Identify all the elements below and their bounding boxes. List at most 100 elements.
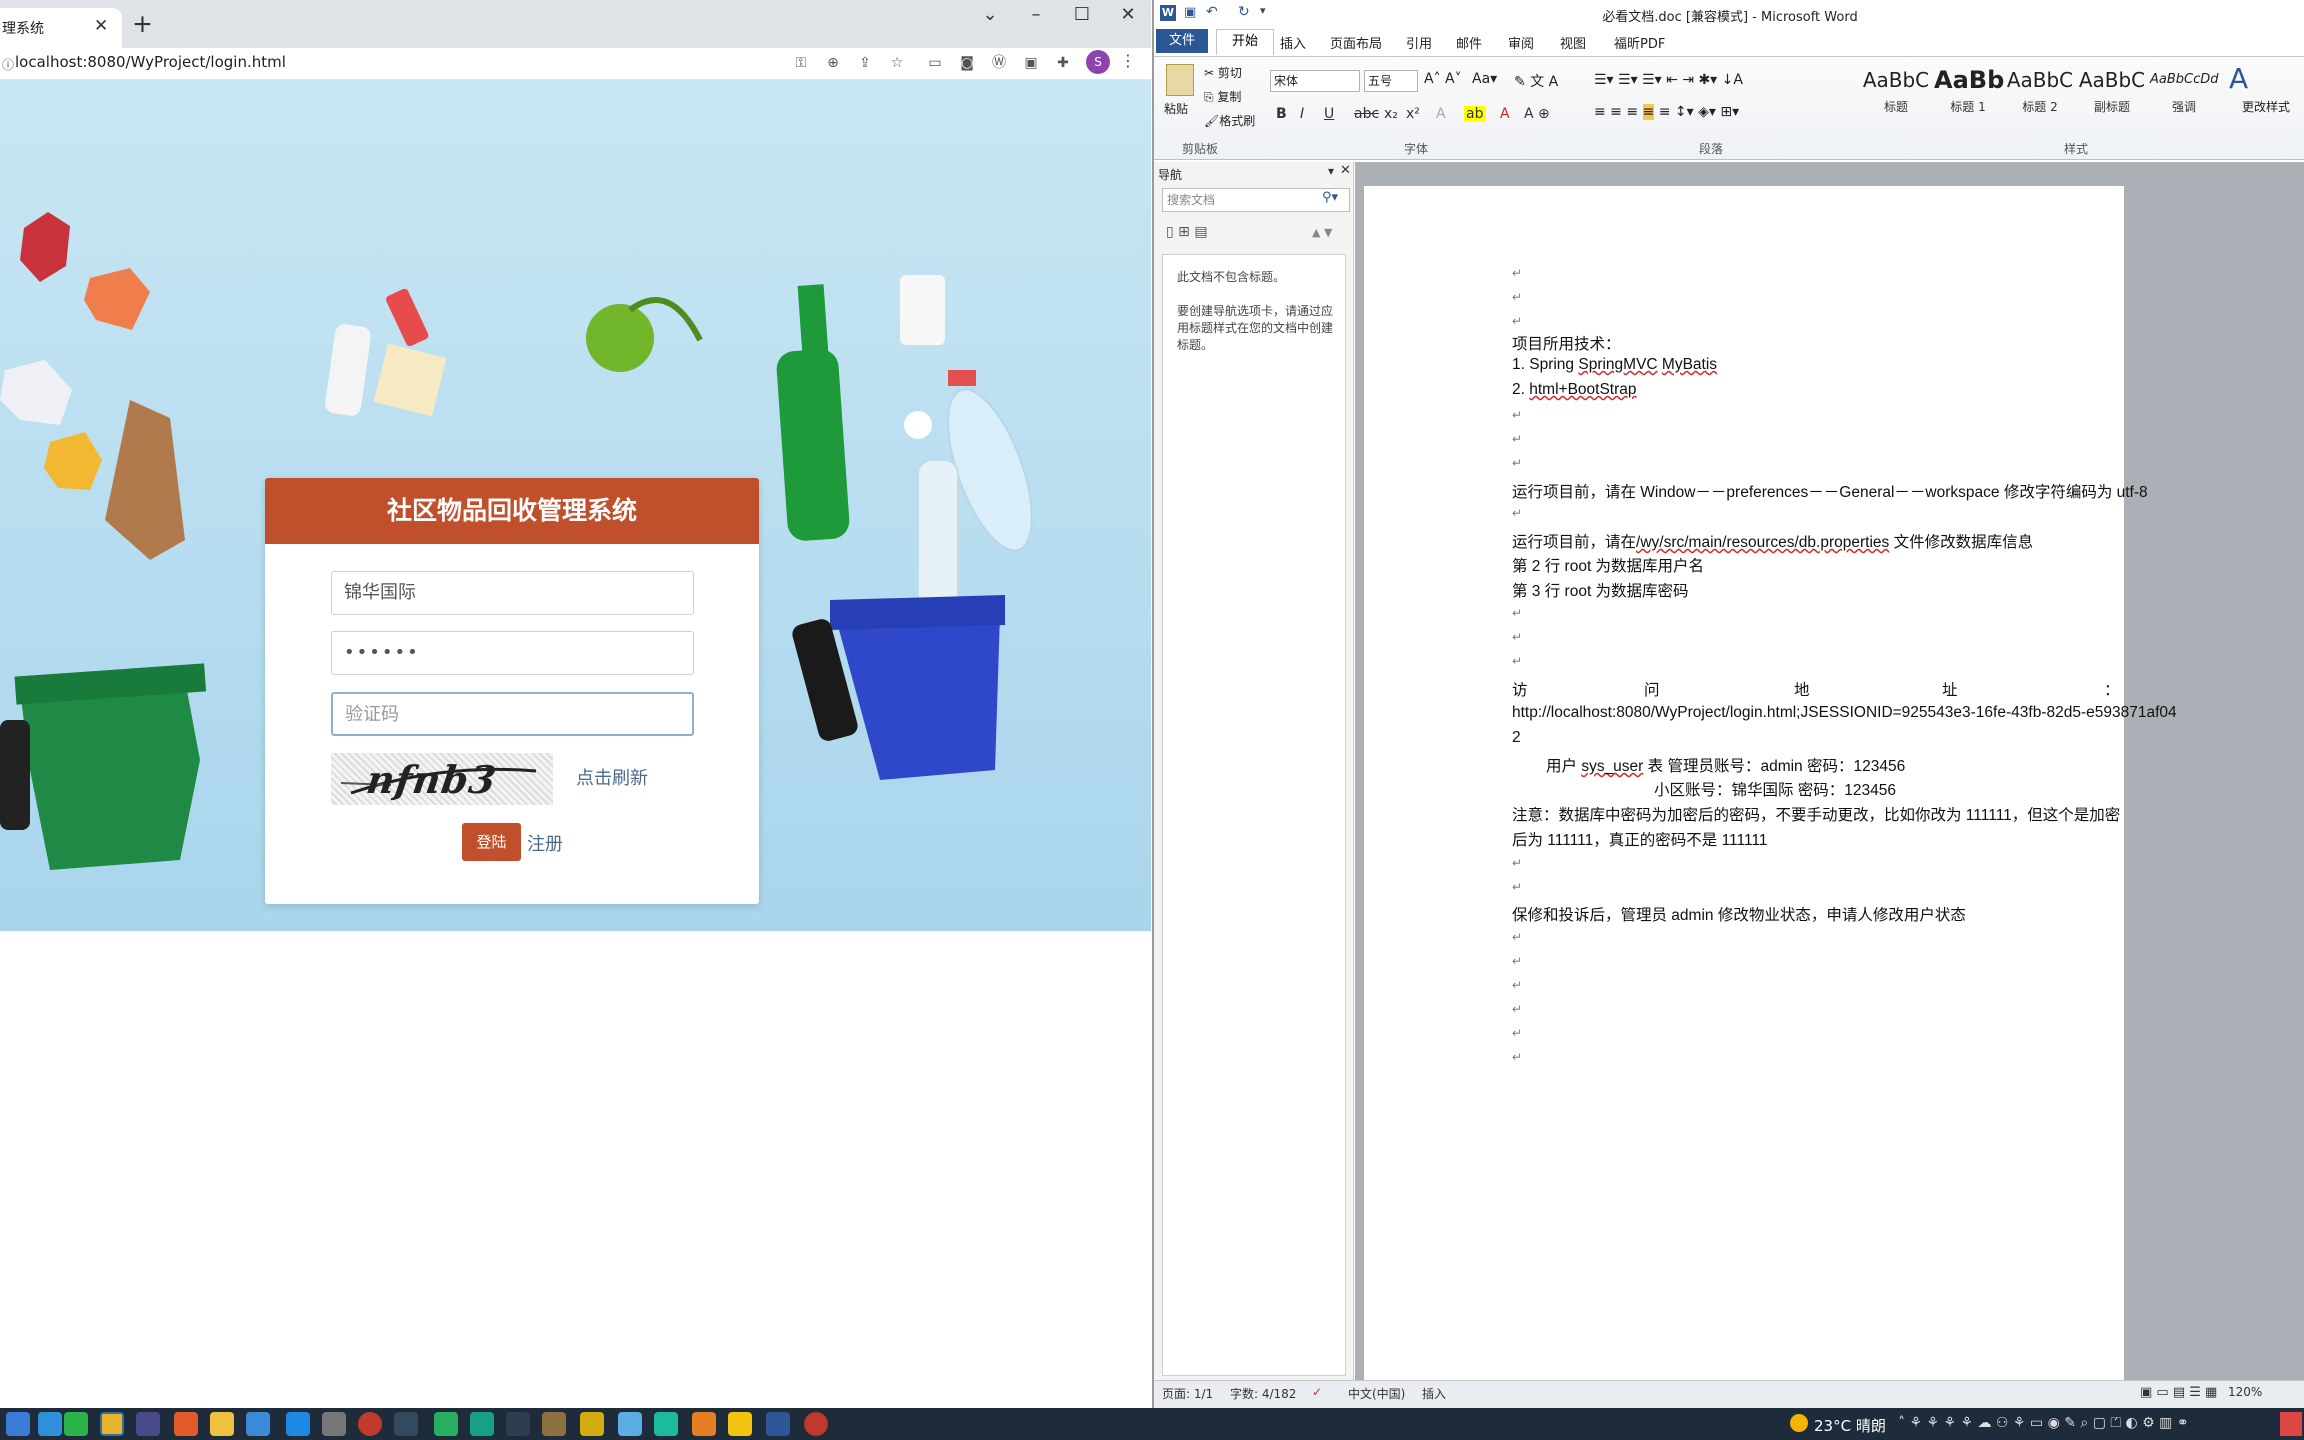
paste-icon[interactable]	[1166, 64, 1194, 96]
word-taskbar-icon[interactable]	[766, 1412, 790, 1436]
bookmark-star-icon[interactable]: ☆	[886, 52, 908, 74]
cast-icon[interactable]: ▭	[924, 52, 946, 74]
status-page[interactable]: 页面: 1/1	[1162, 1385, 1213, 1402]
taskbar-app-icon[interactable]	[394, 1412, 418, 1436]
close-window-icon[interactable]: ✕	[1110, 2, 1146, 28]
nav-prev-next-icon[interactable]: ▲ ▼	[1312, 226, 1332, 239]
tab-mailings[interactable]: 邮件	[1456, 33, 1482, 52]
change-styles-icon[interactable]: A	[2229, 62, 2248, 95]
tab-foxit-pdf[interactable]: 福昕PDF	[1614, 33, 1665, 52]
notification-icon[interactable]	[2280, 1412, 2302, 1436]
char-shading-icon[interactable]: A ⊕	[1524, 106, 1550, 122]
taskbar-app-icon[interactable]	[804, 1412, 828, 1436]
taskbar-app-icon[interactable]	[470, 1412, 494, 1436]
captcha-input[interactable]: 验证码	[331, 692, 694, 736]
underline-icon[interactable]: U	[1324, 106, 1334, 122]
nav-view-buttons[interactable]: ▯ ⊞ ▤	[1166, 224, 1208, 240]
taskbar-app-icon[interactable]	[728, 1412, 752, 1436]
nav-pane-dropdown-icon[interactable]: ▾	[1328, 164, 1334, 178]
intellij-icon[interactable]	[136, 1412, 160, 1436]
edge-icon[interactable]	[654, 1412, 678, 1436]
taskbar-app-icon[interactable]	[246, 1412, 270, 1436]
align-icons[interactable]: ≡ ≡ ≡ ≡ ≡ ↕▾ ◈▾ ⊞▾	[1594, 104, 1739, 120]
taskbar-app-icon[interactable]	[618, 1412, 642, 1436]
format-painter-button[interactable]: 🖌格式刷	[1204, 112, 1255, 129]
change-case-icon[interactable]: Aa▾	[1472, 71, 1497, 87]
grow-font-icon[interactable]: A˄ A˅	[1424, 71, 1462, 87]
nav-pane-close-icon[interactable]: ✕	[1340, 163, 1351, 178]
tab-view[interactable]: 视图	[1560, 33, 1586, 52]
tab-file[interactable]: 文件	[1156, 29, 1208, 53]
password-input[interactable]: ••••••	[331, 631, 694, 675]
status-insert-mode[interactable]: 插入	[1422, 1385, 1446, 1402]
style-heading1[interactable]: AaBb 标题 1	[1934, 62, 2004, 120]
tab-insert[interactable]: 插入	[1280, 33, 1306, 52]
document-page[interactable]: ↵ ↵ ↵ 项目所用技术： 1. Spring SpringMVC MyBati…	[1364, 186, 2177, 1386]
font-name-select[interactable]: 宋体	[1270, 70, 1360, 92]
image-icon[interactable]: ▣	[1020, 52, 1042, 74]
style-subtitle[interactable]: AaBbC 副标题	[2078, 62, 2146, 120]
status-language[interactable]: 中文(中国)	[1348, 1385, 1405, 1402]
cut-button[interactable]: ✂ 剪切	[1204, 64, 1242, 81]
username-input[interactable]: 锦华国际	[331, 571, 694, 615]
register-link[interactable]: 注册	[527, 830, 563, 856]
taskbar-app-icon[interactable]	[322, 1412, 346, 1436]
view-mode-icons[interactable]: ▣ ▭ ▤ ☰ ▦	[2140, 1385, 2217, 1400]
tray-icons[interactable]: ˄ ⚘ ⚘ ⚘ ⚘ ☁ ⚇ ⚘ ▭ ◉ ✎ ⌕ ▢ ⏍ ◐ ⚙ ▥ ⚭	[1898, 1415, 2189, 1431]
tab-references[interactable]: 引用	[1406, 33, 1432, 52]
tab-close-icon[interactable]: ✕	[94, 16, 108, 36]
new-tab-icon[interactable]: +	[132, 9, 153, 38]
minimize-icon[interactable]: –	[1018, 2, 1054, 28]
text-effects-icon[interactable]: A	[1436, 106, 1446, 122]
clear-format-icon[interactable]: ✎ 文 A	[1514, 71, 1558, 91]
taskbar-app-icon[interactable]	[6, 1412, 30, 1436]
style-heading2[interactable]: AaBbC 标题 2	[2006, 62, 2074, 120]
bold-icon[interactable]: B	[1276, 106, 1287, 122]
style-emphasis[interactable]: AaBbCcDd 强调	[2150, 62, 2219, 120]
proofing-icon[interactable]: ✓	[1312, 1385, 1322, 1399]
tab-home[interactable]: 开始	[1216, 29, 1274, 55]
extension-w-icon[interactable]: Ⓦ	[988, 52, 1010, 74]
copy-button[interactable]: ⎘ 复制	[1204, 88, 1241, 105]
status-word-count[interactable]: 字数: 4/182	[1230, 1385, 1296, 1402]
font-size-select[interactable]: 五号	[1364, 70, 1418, 92]
key-icon[interactable]: ⚿	[790, 52, 812, 74]
chrome-icon[interactable]	[100, 1412, 124, 1436]
tab-search-chevron-icon[interactable]: ⌄	[972, 2, 1008, 28]
change-styles-button[interactable]: 更改样式	[2242, 98, 2290, 115]
share-icon[interactable]: ⇪	[854, 52, 876, 74]
record-icon[interactable]	[358, 1412, 382, 1436]
italic-icon[interactable]: I	[1300, 106, 1304, 122]
tab-page-layout[interactable]: 页面布局	[1330, 33, 1382, 52]
menu-kebab-icon[interactable]: ⋮	[1120, 51, 1136, 70]
font-color-icon[interactable]: A	[1500, 106, 1510, 122]
status-zoom[interactable]: 120%	[2228, 1385, 2262, 1399]
zoom-icon[interactable]: ⊕	[822, 52, 844, 74]
profile-avatar[interactable]: S	[1086, 50, 1110, 74]
taskbar-app-icon[interactable]	[542, 1412, 566, 1436]
maximize-icon[interactable]: ☐	[1064, 2, 1100, 28]
style-title[interactable]: AaBbC 标题	[1862, 62, 1930, 120]
search-app-icon[interactable]	[692, 1412, 716, 1436]
address-bar[interactable]: localhost:8080/WyProject/login.html	[15, 53, 286, 71]
strikethrough-icon[interactable]: abc	[1354, 106, 1379, 122]
browser-tab[interactable]: 理系统 ✕	[0, 8, 122, 48]
file-explorer-icon[interactable]	[210, 1412, 234, 1436]
login-button[interactable]: 登陆	[462, 823, 521, 861]
captcha-image[interactable]: nfnb3	[331, 753, 553, 805]
puzzle-icon[interactable]: ✚	[1052, 52, 1074, 74]
refresh-captcha-link[interactable]: 点击刷新	[576, 764, 648, 790]
site-info-icon[interactable]: ⓘ	[2, 56, 14, 73]
taskbar-app-icon[interactable]	[434, 1412, 458, 1436]
highlight-icon[interactable]: ab	[1464, 106, 1486, 122]
tab-review[interactable]: 审阅	[1508, 33, 1534, 52]
nav-search-icon[interactable]: ⚲▾	[1322, 190, 1338, 205]
paste-button[interactable]: 粘贴	[1164, 100, 1188, 117]
taskbar-app-icon[interactable]	[506, 1412, 530, 1436]
camera-icon[interactable]: ◙	[956, 52, 978, 74]
taskbar-app-icon[interactable]	[580, 1412, 604, 1436]
taskbar-app-icon[interactable]	[38, 1412, 62, 1436]
taskbar-app-icon[interactable]	[174, 1412, 198, 1436]
subscript-icon[interactable]: x₂	[1384, 106, 1398, 122]
list-icons[interactable]: ☰▾ ☰▾ ☰▾ ⇤ ⇥ ✱▾ ↓A	[1594, 72, 1743, 88]
